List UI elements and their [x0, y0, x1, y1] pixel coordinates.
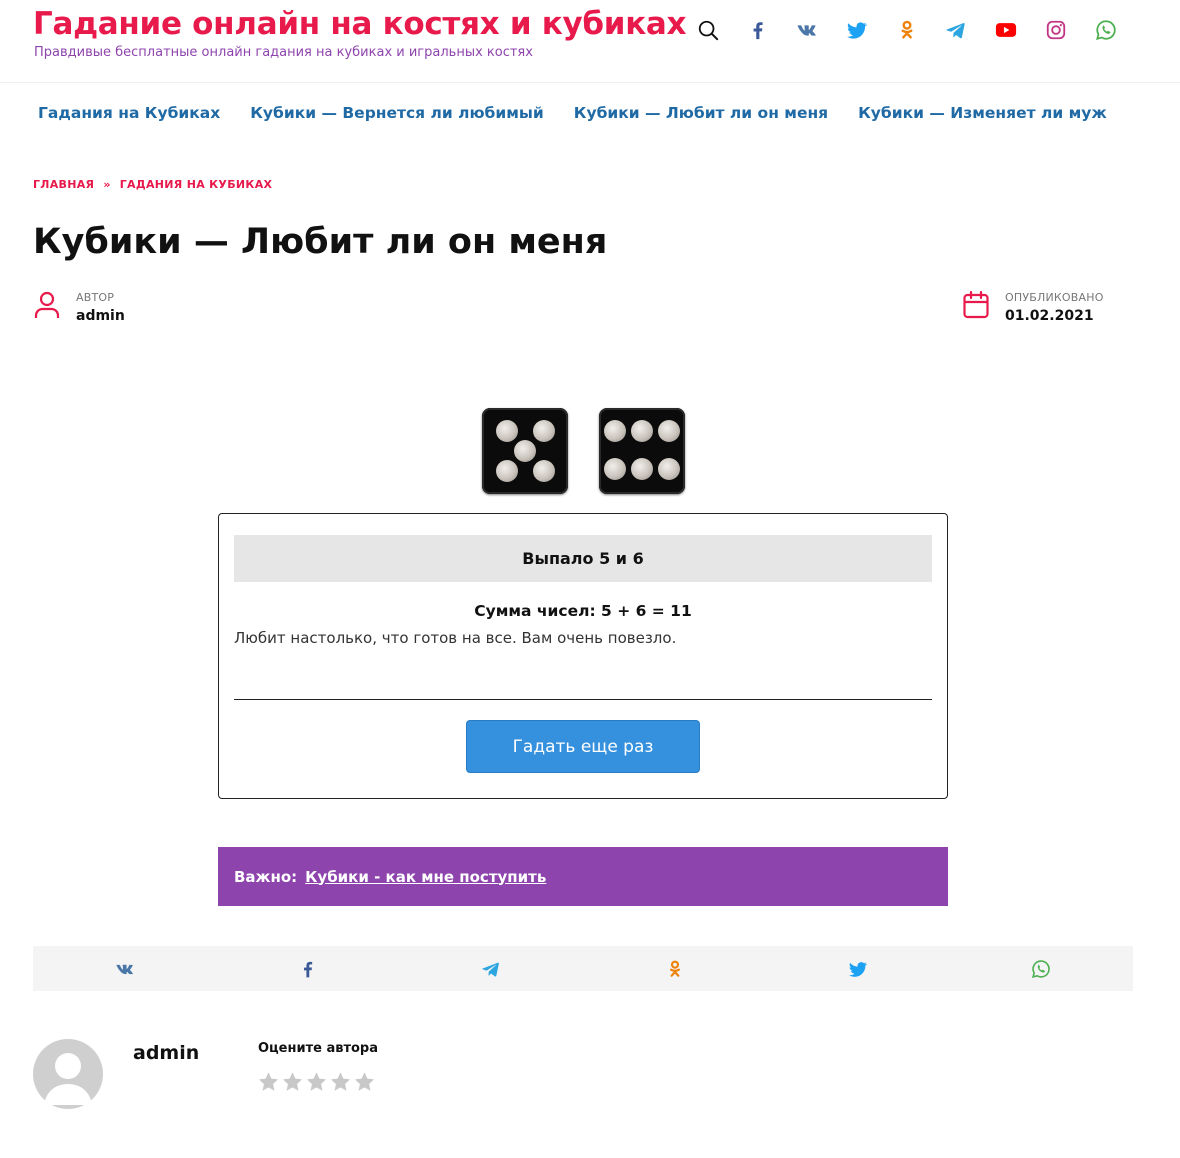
share-bar	[33, 946, 1133, 991]
die-pip	[496, 420, 518, 442]
odnoklassniki-icon	[669, 960, 680, 977]
rate-author-label: Оцените автора	[258, 1041, 379, 1056]
vk-icon	[116, 964, 133, 974]
author-label: АВТОР	[76, 291, 115, 304]
site-description: Правдивые бесплатные онлайн гадания на к…	[34, 45, 533, 60]
breadcrumb-category[interactable]: ГАДАНИЯ НА КУБИКАХ	[120, 178, 273, 191]
share-vk-button[interactable]	[33, 946, 216, 991]
facebook-icon[interactable]	[740, 12, 776, 48]
header-icons	[690, 12, 1137, 48]
nav-item-vernetsya-li-lyubimyy[interactable]: Кубики — Вернется ли любимый	[250, 104, 544, 122]
odnoklassniki-icon[interactable]	[889, 12, 925, 48]
share-facebook-button[interactable]	[216, 946, 399, 991]
youtube-icon[interactable]	[988, 12, 1024, 48]
star-rating	[257, 1070, 377, 1094]
die-pip	[604, 420, 626, 442]
telegram-icon[interactable]	[938, 12, 974, 48]
result-text: Любит настолько, что готов на все. Вам о…	[234, 629, 677, 647]
calendar-icon	[963, 290, 989, 319]
nav-item-lyubit-li-on-menya[interactable]: Кубики — Любит ли он меня	[574, 104, 828, 122]
die-pip	[658, 420, 680, 442]
nav-item-gadaniya-na-kubikah[interactable]: Гадания на Кубиках	[38, 104, 220, 122]
breadcrumb-separator: »	[103, 178, 111, 191]
die-pip	[631, 458, 653, 480]
author-box-name[interactable]: admin	[133, 1042, 199, 1064]
result-box: Выпало 5 и 6 Сумма чисел: 5 + 6 = 11 Люб…	[218, 513, 948, 799]
post-author-meta: АВТОР admin	[33, 290, 125, 324]
breadcrumb: ГЛАВНАЯ » ГАДАНИЯ НА КУБИКАХ	[33, 178, 272, 191]
star-icon[interactable]	[281, 1070, 304, 1094]
author-name[interactable]: admin	[76, 308, 125, 324]
die-five	[482, 408, 568, 494]
whatsapp-icon	[1032, 959, 1051, 978]
whatsapp-icon[interactable]	[1088, 12, 1124, 48]
search-icon[interactable]	[690, 12, 726, 48]
result-header: Выпало 5 и 6	[234, 535, 932, 582]
die-pip	[631, 420, 653, 442]
page-title: Кубики — Любит ли он меня	[33, 222, 608, 262]
important-label: Важно:	[234, 867, 298, 886]
telegram-icon	[482, 962, 500, 976]
die-six	[599, 408, 685, 494]
die-pip	[533, 420, 555, 442]
instagram-icon[interactable]	[1038, 12, 1074, 48]
nav-item-izmenyaet-li-muzh[interactable]: Кубики — Изменяет ли муж	[858, 104, 1107, 122]
important-banner: Важно: Кубики - как мне поступить	[218, 847, 948, 906]
retry-button[interactable]: Гадать еще раз	[466, 720, 700, 773]
site-header: Гадание онлайн на костях и кубиках Правд…	[0, 0, 1180, 83]
facebook-icon	[303, 961, 313, 977]
star-icon[interactable]	[305, 1070, 328, 1094]
main-nav: Гадания на Кубиках Кубики — Вернется ли …	[38, 104, 1137, 122]
star-icon[interactable]	[257, 1070, 280, 1094]
vk-icon[interactable]	[789, 12, 825, 48]
die-pip	[533, 460, 555, 482]
share-whatsapp-button[interactable]	[950, 946, 1133, 991]
share-twitter-button[interactable]	[766, 946, 949, 991]
twitter-icon[interactable]	[839, 12, 875, 48]
result-divider	[234, 699, 932, 700]
share-telegram-button[interactable]	[400, 946, 583, 991]
published-label: ОПУБЛИКОВАНО	[1005, 291, 1104, 304]
breadcrumb-home[interactable]: ГЛАВНАЯ	[33, 178, 94, 191]
die-pip	[604, 458, 626, 480]
star-icon[interactable]	[329, 1070, 352, 1094]
share-odnoklassniki-button[interactable]	[583, 946, 766, 991]
avatar	[33, 1039, 103, 1109]
user-icon	[34, 291, 60, 318]
star-icon[interactable]	[353, 1070, 376, 1094]
die-pip	[514, 440, 536, 462]
default-avatar-icon	[44, 1053, 92, 1105]
published-date: 01.02.2021	[1005, 308, 1094, 324]
die-pip	[496, 460, 518, 482]
post-date-meta: ОПУБЛИКОВАНО 01.02.2021	[962, 290, 1104, 324]
important-link[interactable]: Кубики - как мне поступить	[305, 868, 546, 886]
twitter-icon	[848, 961, 868, 977]
sum-line: Сумма чисел: 5 + 6 = 11	[474, 602, 692, 620]
die-pip	[658, 458, 680, 480]
site-title[interactable]: Гадание онлайн на костях и кубиках	[33, 6, 687, 42]
